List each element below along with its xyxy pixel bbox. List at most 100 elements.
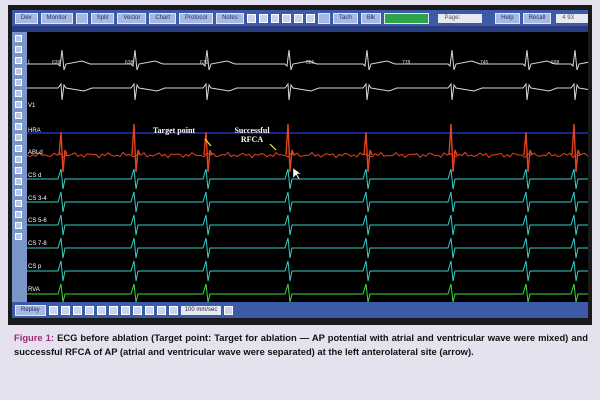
toolbar-btn-extra[interactable]: [318, 12, 330, 24]
successful-rfca-label: Successful RFCA: [234, 126, 270, 144]
toolbar-btn-vector[interactable]: Vector: [117, 12, 147, 24]
next-icon[interactable]: [84, 305, 94, 315]
side-button[interactable]: [15, 79, 22, 86]
counter-field: 4 93 19: [556, 13, 588, 30]
channel-label-i: I: [28, 60, 30, 66]
channel-label-cs-5-6: CS 5-6: [28, 218, 47, 224]
abl-trace: [26, 151, 589, 159]
side-toolbar: [12, 32, 27, 302]
success-arrow: [269, 143, 277, 151]
side-button[interactable]: [15, 134, 22, 141]
side-button[interactable]: [15, 57, 22, 64]
toolbar-icon-5[interactable]: [294, 13, 304, 23]
channel-label-cs-3-4: CS 3-4: [28, 196, 47, 202]
abl-spike: [448, 123, 458, 173]
ecg-traces: [26, 49, 600, 303]
side-button[interactable]: [15, 233, 22, 240]
channel-label-rva: RVA: [28, 287, 40, 293]
abl-spike: [571, 123, 581, 173]
side-button[interactable]: [15, 68, 22, 75]
side-button[interactable]: [15, 112, 22, 119]
target-point-label: Target point: [152, 126, 196, 135]
rr-interval: 698: [551, 60, 560, 66]
recall-button[interactable]: Recall: [522, 12, 552, 24]
speed-dropdown-icon[interactable]: [224, 305, 234, 315]
channel-label-abld: ABLd: [28, 150, 43, 156]
toolbar-btn-unlabeled[interactable]: [75, 12, 88, 24]
rr-interval: 639: [52, 60, 61, 66]
abl-spike: [523, 131, 533, 173]
side-button[interactable]: [15, 35, 22, 42]
cursor-icon: [292, 167, 302, 181]
side-button[interactable]: [15, 178, 22, 185]
toolbar-icon-3[interactable]: [270, 13, 280, 23]
abl-spike: [285, 123, 295, 173]
rr-interval: 679: [200, 60, 209, 66]
side-button[interactable]: [15, 156, 22, 163]
bottom-toolbar: Replay 100 mm/sec: [12, 302, 588, 318]
side-button[interactable]: [15, 200, 22, 207]
rr-interval: 666: [306, 60, 315, 66]
side-button[interactable]: [15, 90, 22, 97]
channel-label-cs-d: CS d: [28, 173, 42, 179]
abl-spike: [58, 131, 68, 173]
side-button[interactable]: [15, 167, 22, 174]
caption-text: ECG before ablation (Target point: Targe…: [14, 332, 589, 357]
figure-caption: Figure 1: ECG before ablation (Target po…: [14, 331, 588, 359]
top-toolbar: Dev Monitor Split Vector Chart Protocol …: [12, 10, 588, 30]
cs-trace-1: [27, 191, 588, 213]
toolbar-btn-notes[interactable]: Notes: [216, 12, 244, 24]
marker-icon[interactable]: [132, 305, 142, 315]
rr-interval: 638: [125, 60, 134, 66]
toolbar-icon-1[interactable]: [246, 13, 256, 23]
toolbar-btn-monitor[interactable]: Monitor: [40, 12, 73, 24]
side-button[interactable]: [15, 222, 22, 229]
toolbar-icon-4[interactable]: [282, 13, 292, 23]
channel-label-cs-p: CS p: [28, 264, 42, 270]
zoom-in-icon[interactable]: [108, 305, 118, 315]
cs-trace-3: [27, 237, 588, 259]
rr-interval: 745: [480, 60, 489, 66]
toolbar-btn-tach[interactable]: Tach: [333, 12, 358, 24]
toolbar-btn-blk[interactable]: Blk: [360, 12, 382, 24]
abl-spike: [363, 131, 373, 173]
caliper-icon[interactable]: [144, 305, 154, 315]
side-button[interactable]: [15, 211, 22, 218]
lead-v1-trace: [27, 82, 600, 101]
toolbar-btn-chart[interactable]: Chart: [149, 12, 177, 24]
sweep-speed-field[interactable]: 100 mm/sec: [180, 305, 222, 315]
side-button[interactable]: [15, 101, 22, 108]
toolbar-btn-dev[interactable]: Dev: [15, 12, 38, 24]
last-icon[interactable]: [96, 305, 106, 315]
channel-label-cs-7-8: CS 7-8: [28, 241, 47, 247]
side-button[interactable]: [15, 46, 22, 53]
side-button[interactable]: [15, 189, 22, 196]
page-field: Page: 15:37: [438, 13, 483, 30]
record-button[interactable]: [384, 12, 430, 24]
help-button[interactable]: Help: [495, 12, 520, 24]
toolbar-btn-split[interactable]: Split: [90, 12, 115, 24]
toolbar-icon-2[interactable]: [258, 13, 268, 23]
zoom-out-icon[interactable]: [120, 305, 130, 315]
cs-trace-0: [27, 168, 588, 190]
save-icon[interactable]: [168, 305, 178, 315]
play-icon[interactable]: [72, 305, 82, 315]
ecg-traces-area: [26, 32, 600, 303]
toolbar-btn-protocol[interactable]: Protocol: [179, 12, 214, 24]
channel-label-v1: V1: [28, 103, 36, 109]
abl-spike: [203, 131, 213, 173]
print-icon[interactable]: [156, 305, 166, 315]
rva-trace: [27, 283, 588, 303]
rr-interval: 778: [402, 60, 411, 66]
toolbar-icon-6[interactable]: [306, 13, 315, 23]
abl-spike: [131, 123, 141, 173]
prev-icon[interactable]: [60, 305, 70, 315]
replay-button[interactable]: Replay: [15, 304, 46, 316]
cs-trace-4: [27, 260, 588, 282]
side-button[interactable]: [15, 123, 22, 130]
first-icon[interactable]: [48, 305, 58, 315]
side-button[interactable]: [15, 145, 22, 152]
cs-trace-2: [27, 214, 588, 236]
figure-label: Figure 1:: [14, 332, 55, 343]
channel-label-hra: HRA: [28, 128, 41, 134]
